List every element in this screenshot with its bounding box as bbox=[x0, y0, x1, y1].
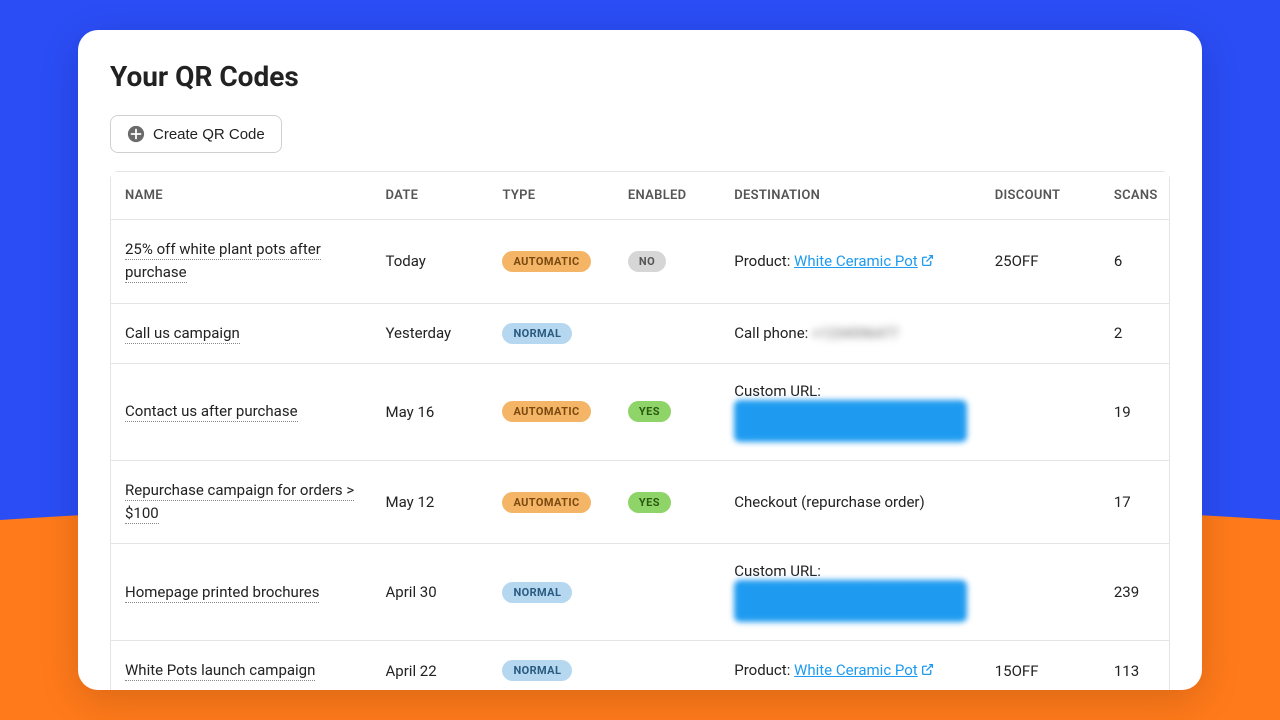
dest-text: Checkout (repurchase order) bbox=[734, 493, 924, 511]
col-header-discount: DISCOUNT bbox=[981, 172, 1100, 220]
cell-discount bbox=[981, 544, 1100, 641]
table-row: Homepage printed brochures April 30 NORMAL… bbox=[111, 544, 1169, 641]
col-header-enabled: ENABLED bbox=[614, 172, 720, 220]
cell-scans: 113 bbox=[1100, 641, 1169, 690]
col-header-scans: SCANS bbox=[1100, 172, 1169, 220]
qr-name-link[interactable]: Repurchase campaign for orders > $100 bbox=[125, 481, 354, 524]
type-badge: NORMAL bbox=[502, 582, 572, 603]
plus-circle-icon bbox=[127, 125, 145, 143]
cell-date: Today bbox=[372, 220, 489, 304]
type-badge: NORMAL bbox=[502, 323, 572, 344]
cell-destination: Product: White Ceramic Pot bbox=[720, 641, 981, 690]
enabled-badge: YES bbox=[628, 401, 671, 422]
enabled-badge: YES bbox=[628, 492, 671, 513]
external-link-icon bbox=[921, 662, 934, 680]
col-header-type: TYPE bbox=[488, 172, 613, 220]
qr-codes-table: NAME DATE TYPE ENABLED DESTINATION DISCO… bbox=[110, 171, 1170, 690]
cell-discount bbox=[981, 304, 1100, 364]
cell-destination: Custom URL:https://example.com/contact-u… bbox=[720, 364, 981, 461]
col-header-date: DATE bbox=[372, 172, 489, 220]
table-row: Contact us after purchase May 16 AUTOMATIC… bbox=[111, 364, 1169, 461]
cell-scans: 2 bbox=[1100, 304, 1169, 364]
cell-scans: 19 bbox=[1100, 364, 1169, 461]
cell-scans: 6 bbox=[1100, 220, 1169, 304]
dest-phone-blurred: +1234596477 bbox=[812, 326, 899, 342]
dest-prefix: Product: bbox=[734, 252, 794, 270]
qr-name-link[interactable]: Homepage printed brochures bbox=[125, 583, 319, 603]
type-badge: NORMAL bbox=[502, 660, 572, 681]
col-header-name: NAME bbox=[111, 172, 372, 220]
cell-destination: Call phone: +1234596477 bbox=[720, 304, 981, 364]
table-row: Repurchase campaign for orders > $100 May… bbox=[111, 461, 1169, 545]
dest-product-link[interactable]: White Ceramic Pot bbox=[794, 661, 918, 679]
cell-date: April 22 bbox=[372, 641, 489, 690]
dest-url-blurred[interactable]: https://example.com/homepage-printed-bro… bbox=[734, 580, 967, 622]
cell-scans: 17 bbox=[1100, 461, 1169, 545]
qr-name-link[interactable]: Contact us after purchase bbox=[125, 402, 298, 422]
cell-date: May 16 bbox=[372, 364, 489, 461]
cell-discount bbox=[981, 461, 1100, 545]
create-qr-button[interactable]: Create QR Code bbox=[110, 115, 282, 153]
table-row: Call us campaign Yesterday NORMAL Call phon… bbox=[111, 304, 1169, 364]
external-link-icon bbox=[921, 253, 934, 271]
dest-url-blurred[interactable]: https://example.com/contact-us-after-pur… bbox=[734, 400, 967, 442]
create-qr-label: Create QR Code bbox=[153, 126, 265, 143]
dest-prefix: Custom URL: bbox=[734, 562, 967, 580]
main-card: Your QR Codes Create QR Code NAME DATE T… bbox=[78, 30, 1202, 690]
table-row: White Pots launch campaign April 22 NORMAL… bbox=[111, 641, 1169, 690]
cell-date: May 12 bbox=[372, 461, 489, 545]
cell-date: Yesterday bbox=[372, 304, 489, 364]
cell-destination: Custom URL:https://example.com/homepage-… bbox=[720, 544, 981, 641]
cell-date: April 30 bbox=[372, 544, 489, 641]
col-header-destination: DESTINATION bbox=[720, 172, 981, 220]
cell-discount: 25OFF bbox=[981, 220, 1100, 304]
cell-destination: Product: White Ceramic Pot bbox=[720, 220, 981, 304]
cell-discount: 15OFF bbox=[981, 641, 1100, 690]
dest-prefix: Custom URL: bbox=[734, 382, 967, 400]
cell-discount bbox=[981, 364, 1100, 461]
type-badge: AUTOMATIC bbox=[502, 401, 590, 422]
qr-name-link[interactable]: Call us campaign bbox=[125, 324, 240, 344]
type-badge: AUTOMATIC bbox=[502, 251, 590, 272]
enabled-badge: NO bbox=[628, 251, 666, 272]
dest-prefix: Product: bbox=[734, 661, 794, 679]
dest-product-link[interactable]: White Ceramic Pot bbox=[794, 252, 918, 270]
cell-destination: Checkout (repurchase order) bbox=[720, 461, 981, 545]
qr-name-link[interactable]: 25% off white plant pots after purchase bbox=[125, 240, 321, 283]
qr-name-link[interactable]: White Pots launch campaign bbox=[125, 661, 315, 681]
dest-prefix: Call phone: bbox=[734, 324, 812, 342]
cell-scans: 239 bbox=[1100, 544, 1169, 641]
table-row: 25% off white plant pots after purchase T… bbox=[111, 220, 1169, 304]
type-badge: AUTOMATIC bbox=[502, 492, 590, 513]
page-title: Your QR Codes bbox=[110, 60, 1170, 93]
